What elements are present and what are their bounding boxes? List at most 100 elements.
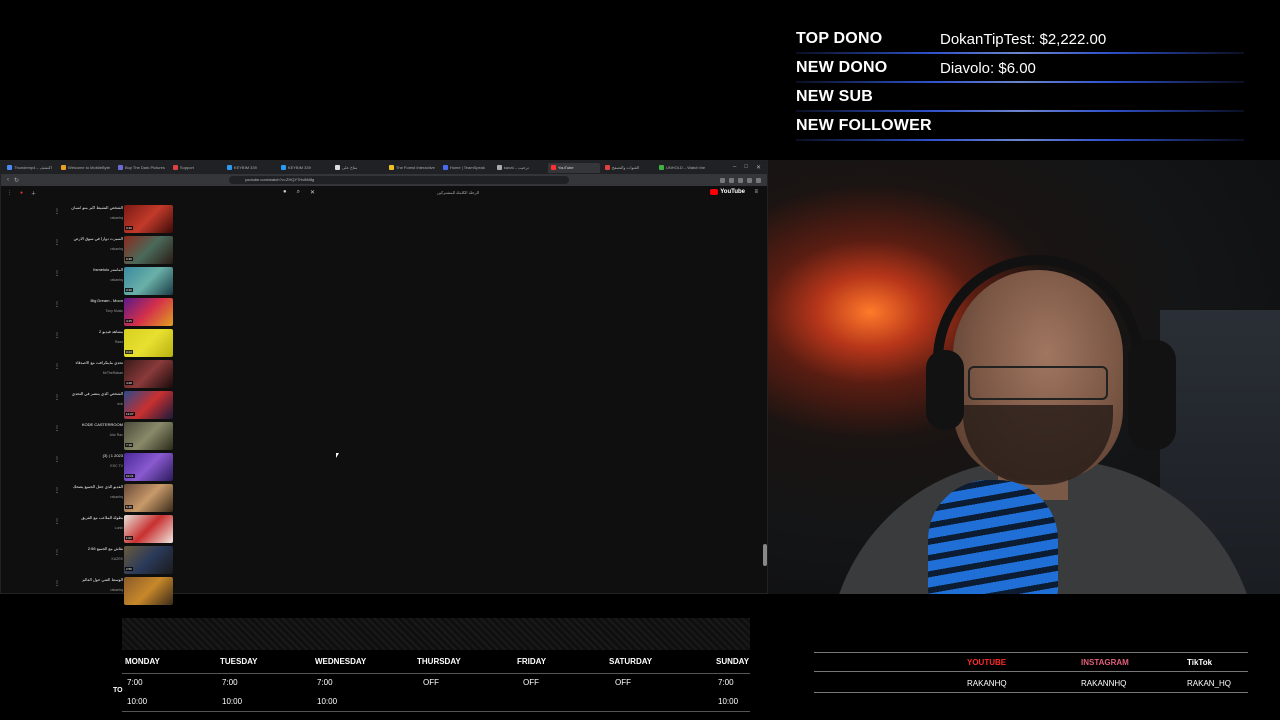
video-title[interactable]: 2:56 نقاش مع الجميع bbox=[59, 546, 123, 551]
channel-name: MrTheRakan bbox=[102, 371, 123, 375]
youtube-header: ⋮ ● ＋ ● ⌕ ✕ الرحلة الكاملة للمشتركين You… bbox=[1, 186, 767, 200]
extension-icon[interactable] bbox=[738, 177, 743, 183]
close-icon[interactable]: ✕ bbox=[756, 164, 761, 171]
browser-tab[interactable]: Support bbox=[170, 163, 222, 173]
playlist-item[interactable]: ⋮ KODE CASTERROOM Alor Rac 7:18 bbox=[51, 421, 176, 452]
maximize-icon[interactable]: □ bbox=[744, 164, 748, 171]
schedule-start-time: 7:00 bbox=[317, 678, 333, 687]
schedule-end-time: 10:00 bbox=[317, 697, 338, 706]
more-icon[interactable]: ⋮ bbox=[7, 190, 12, 197]
address-bar: ‹ ↻ youtube.com/watch?v=ZHQY7Hv8M8g bbox=[1, 174, 767, 186]
video-title[interactable]: بطولة الملاعب مع الفريق bbox=[59, 515, 123, 520]
tab-favicon-icon bbox=[442, 165, 448, 170]
browser-tab[interactable]: kanal – ترحيب bbox=[494, 163, 546, 173]
playlist-item[interactable]: ⋮ (3) | 1 2023 ESC TV 10:21 bbox=[51, 452, 176, 483]
browser-tab[interactable]: القنوات والتصفح bbox=[602, 163, 654, 173]
youtube-logo[interactable]: YouTube bbox=[710, 189, 745, 195]
video-title[interactable]: السبرت دوارا في سوق الارض bbox=[59, 236, 123, 241]
channel-name: rakanhq bbox=[110, 495, 123, 499]
divider bbox=[814, 692, 1248, 693]
playlist-item[interactable]: ⋮ Big Dream - Moon Tony Music 4:15 bbox=[51, 297, 176, 328]
video-duration: 2:56 bbox=[125, 567, 133, 571]
tab-favicon-icon bbox=[7, 165, 12, 170]
video-title[interactable]: الوسط الفني حول العالم bbox=[59, 577, 123, 582]
extension-icon[interactable] bbox=[720, 177, 725, 183]
playlist-item[interactable]: ⋮ تحدي ماينكرافت مع الاصدقاء MrTheRakan 4:2… bbox=[51, 359, 176, 390]
divider bbox=[122, 711, 750, 712]
browser-tab[interactable]: UNHOLD – Watch the bbox=[656, 163, 708, 173]
alert-label: TOP DONO bbox=[796, 30, 883, 47]
playlist-item[interactable]: ⋮ الشخص الذي ينتصر في التحدي ecb 12:07 bbox=[51, 390, 176, 421]
minimize-icon[interactable]: – bbox=[733, 164, 736, 171]
search-icon[interactable]: ⌕ bbox=[297, 189, 300, 196]
playlist-item[interactable]: ⋮ 2:56 نقاش مع الجميع KAZEK 2:56 bbox=[51, 545, 176, 576]
clear-icon[interactable]: ✕ bbox=[310, 189, 315, 196]
video-title[interactable]: تحدي ماينكرافت مع الاصدقاء bbox=[59, 360, 123, 365]
video-duration: 7:18 bbox=[125, 443, 133, 447]
channel-name: Rawr bbox=[114, 340, 123, 344]
schedule-day: SATURDAY bbox=[609, 657, 653, 666]
video-title[interactable]: KODE CASTERROOM bbox=[59, 422, 123, 427]
reload-icon[interactable]: ↻ bbox=[14, 177, 19, 184]
extension-icon[interactable] bbox=[729, 177, 734, 183]
microphone bbox=[928, 480, 1058, 594]
mic-icon[interactable]: ● bbox=[283, 189, 287, 196]
playlist-item[interactable]: ⋮ بطولة الملاعب مع الفريق Lunix 1:02 bbox=[51, 514, 176, 545]
tab-title: The Forest Interactive bbox=[395, 165, 435, 170]
browser-tab[interactable]: Buy The Dark Pictures bbox=[115, 163, 168, 173]
mouse-cursor bbox=[336, 453, 339, 458]
playlist-item[interactable]: ⋮ الفديو الذي جعل الجميع يضحك rakanhq 6:45 bbox=[51, 483, 176, 514]
tab-favicon-icon bbox=[496, 165, 502, 170]
playlist-item[interactable]: ⋮ 2 مشاهد فيديو Rawr 0:23 bbox=[51, 328, 176, 359]
video-duration: 4:28 bbox=[125, 381, 133, 385]
browser-tab[interactable]: KEYBIM 339 bbox=[224, 163, 276, 173]
back-icon[interactable]: ‹ bbox=[7, 177, 9, 183]
tab-title: KEYBIM 339 bbox=[233, 165, 257, 170]
browser-tab[interactable]: Welcome to MobileByte bbox=[58, 163, 113, 173]
divider bbox=[814, 671, 1248, 672]
browser-tab[interactable]: KEYBIM 339 bbox=[278, 163, 330, 173]
playlist-item[interactable]: ⋮ الوسط الفني حول العالم rakanhq bbox=[51, 576, 176, 607]
hamburger-menu-icon[interactable]: ≡ bbox=[754, 189, 758, 195]
menu-icon[interactable] bbox=[756, 177, 761, 183]
scrollbar[interactable] bbox=[763, 544, 767, 566]
video-duration: 12:07 bbox=[125, 412, 135, 416]
search-text: الرحلة الكاملة للمشتركين bbox=[437, 190, 480, 195]
playlist-item[interactable]: ⋮ Itsmelolo الماستر rakanhq 0:40 bbox=[51, 266, 176, 297]
create-icon[interactable]: ＋ bbox=[31, 190, 36, 197]
tab-title: Welcome to MobileByte bbox=[68, 165, 110, 170]
video-title[interactable]: (3) | 1 2023 bbox=[59, 453, 123, 458]
browser-tab[interactable]: The Forest Interactive bbox=[386, 163, 438, 173]
tab-title: Buy The Dark Pictures bbox=[124, 165, 165, 170]
browser-tab[interactable]: Home | TeamSpeak bbox=[440, 163, 492, 173]
schedule-start-time: 7:00 bbox=[222, 678, 238, 687]
video-title[interactable]: Itsmelolo الماستر bbox=[59, 267, 123, 272]
video-duration: 0:40 bbox=[125, 288, 133, 292]
notifications-icon[interactable]: ● bbox=[20, 190, 23, 197]
alert-label: NEW DONO bbox=[796, 59, 888, 76]
divider bbox=[796, 52, 1244, 54]
social-handle: RAKANHQ bbox=[967, 679, 1007, 688]
browser-tab[interactable]: متاح على bbox=[332, 163, 384, 173]
video-title[interactable]: Big Dream - Moon bbox=[59, 298, 123, 303]
schedule-start-time: 7:00 bbox=[127, 678, 143, 687]
video-thumbnail[interactable] bbox=[124, 577, 173, 605]
channel-name: Alor Rac bbox=[109, 433, 123, 437]
divider bbox=[796, 81, 1244, 83]
browser-tab[interactable]: YouTube bbox=[547, 162, 600, 173]
youtube-play-icon bbox=[710, 189, 719, 195]
extension-icon[interactable] bbox=[747, 177, 752, 183]
video-title[interactable]: الشخص النشيط اكبر منو انسان bbox=[59, 205, 123, 210]
social-handle: RAKANNHQ bbox=[1081, 679, 1127, 688]
video-title[interactable]: 2 مشاهد فيديو bbox=[59, 329, 123, 334]
headphone-ear-left bbox=[926, 350, 964, 430]
tab-title: YouTube bbox=[557, 165, 574, 170]
video-title[interactable]: الشخص الذي ينتصر في التحدي bbox=[59, 391, 123, 396]
video-title[interactable]: الفديو الذي جعل الجميع يضحك bbox=[59, 484, 123, 489]
playlist-item[interactable]: ⋮ الشخص النشيط اكبر منو انسان rakanhq 0:40 bbox=[51, 204, 176, 235]
url-field[interactable]: youtube.com/watch?v=ZHQY7Hv8M8g bbox=[229, 176, 570, 184]
tab-favicon-icon bbox=[280, 165, 286, 170]
video-duration: 0:40 bbox=[125, 226, 133, 230]
browser-tab[interactable]: Thundemp4 – اكتشف bbox=[4, 163, 56, 173]
playlist-item[interactable]: ⋮ السبرت دوارا في سوق الارض rakanhq 0:39 bbox=[51, 235, 176, 266]
